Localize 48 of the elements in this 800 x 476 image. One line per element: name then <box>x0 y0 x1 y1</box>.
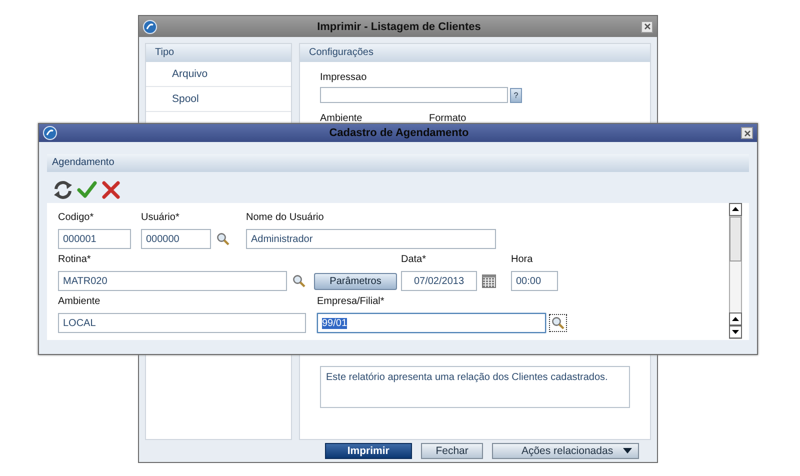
close-button[interactable] <box>741 127 753 139</box>
field-label: Ambiente <box>58 296 102 308</box>
field-label: Impressao <box>320 72 368 84</box>
field-label: Data* <box>401 254 428 266</box>
field-label: Nome do Usuário <box>246 212 325 224</box>
input-field[interactable]: Administrador <box>246 229 496 249</box>
refresh-icon[interactable] <box>53 180 73 200</box>
input-field[interactable]: MATR020 <box>58 271 287 291</box>
input-field[interactable]: 000000 <box>141 229 211 249</box>
description-box: Este relatório apresenta uma relação dos Clientes cadastrados. <box>320 366 630 408</box>
field-label: Rotina* <box>58 254 92 266</box>
caret-icon <box>623 448 632 454</box>
scrollbar[interactable] <box>729 203 742 339</box>
input-field[interactable]: 00:00 <box>511 271 558 291</box>
field-label: Usuário* <box>141 212 180 224</box>
list-item[interactable]: Spool <box>146 87 291 112</box>
logo-icon <box>43 126 57 140</box>
input-field[interactable]: 99/01 <box>317 313 546 333</box>
cross-icon[interactable] <box>101 180 121 200</box>
input-field[interactable]: 000001 <box>58 229 131 249</box>
input-field[interactable]: LOCAL <box>58 313 306 333</box>
section-header: Agendamento <box>47 154 749 172</box>
close-icon <box>644 23 650 30</box>
field-label: Empresa/Filial* <box>317 296 386 308</box>
dropdown-button[interactable]: Ações relacionadas <box>492 443 639 459</box>
field-label: Formato <box>429 113 466 125</box>
input-field[interactable]: 07/02/2013 <box>401 271 477 291</box>
check-icon[interactable] <box>77 180 97 200</box>
window-title: Imprimir - Listagem de Clientes <box>316 20 482 32</box>
field-label: Ambiente <box>320 113 364 125</box>
field-label: Codigo* <box>58 212 95 224</box>
parameters-button[interactable]: Parâmetros <box>314 273 397 290</box>
panel-header: Tipo <box>146 44 291 62</box>
footer-button[interactable]: Fechar <box>420 443 484 459</box>
panel-header: Configurações <box>300 44 650 62</box>
help-button[interactable]: ? <box>510 88 522 102</box>
close-icon <box>744 130 750 136</box>
logo-icon <box>143 20 157 34</box>
input-field[interactable] <box>320 87 508 103</box>
calendar-icon[interactable] <box>482 274 496 288</box>
search-icon[interactable] <box>216 232 230 246</box>
close-button[interactable] <box>641 20 653 32</box>
list-item[interactable]: Arquivo <box>146 62 291 87</box>
field-label: Hora <box>511 254 534 266</box>
window-title: Cadastro de Agendamento <box>328 127 470 139</box>
search-icon[interactable] <box>292 274 306 288</box>
search-icon[interactable] <box>551 316 565 330</box>
footer-button[interactable]: Imprimir <box>325 443 412 459</box>
